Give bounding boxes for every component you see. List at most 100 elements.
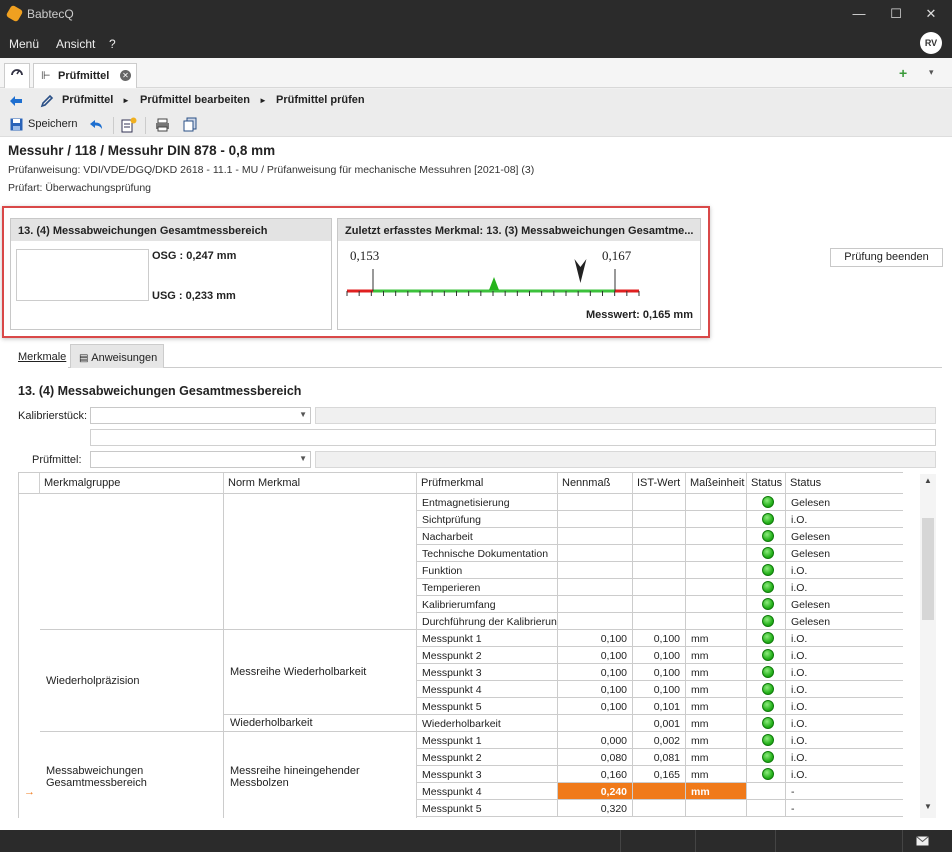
header-status[interactable]: Status [786,473,903,494]
table-row[interactable]: Technische Dokumentation Gelesen [417,545,903,562]
ist-wert-cell[interactable]: 0,081 [633,749,686,766]
toolbar-separator [113,117,114,134]
maximize-button[interactable]: ☐ [888,6,904,22]
tab-pruefmittel[interactable]: ⊩ Prüfmittel ✕ [33,63,137,88]
row-indicator-header [19,473,40,494]
nennmass-cell: 0,320 [558,800,633,817]
tab-anweisungen[interactable]: ▤ Anweisungen [70,344,164,368]
table-row[interactable]: Messpunkt 2 0,100 0,100 mm i.O. [417,647,903,664]
save-button[interactable]: Speichern [28,118,78,130]
print-icon[interactable] [155,118,170,132]
ist-wert-cell[interactable]: 0,100 [633,647,686,664]
breadcrumb-item-pruefmittel[interactable]: Prüfmittel [62,94,113,106]
table-row[interactable]: Temperieren i.O. [417,579,903,596]
table-row[interactable]: Sichtprüfung i.O. [417,511,903,528]
add-tab-button[interactable]: + [899,65,907,81]
status-ok-icon [762,496,774,508]
masseinheit-cell: mm [686,698,747,715]
ist-wert-cell[interactable] [633,783,686,800]
new-document-icon[interactable] [121,117,137,133]
nennmass-cell: 0,100 [558,647,633,664]
header-pruefmerkmal[interactable]: Prüfmerkmal [417,473,558,494]
header-norm-merkmal[interactable]: Norm Merkmal [224,473,417,494]
copy-icon[interactable] [183,117,198,132]
header-merkmalgruppe[interactable]: Merkmalgruppe [40,473,224,494]
header-nennmass[interactable]: Nennmaß [558,473,633,494]
user-avatar[interactable]: RV [920,32,942,54]
tab-list-dropdown-icon[interactable]: ▾ [929,67,934,78]
table-row[interactable]: Messpunkt 4 0,100 0,100 mm i.O. [417,681,903,698]
table-row[interactable]: Messpunkt 1 0,000 0,002 mm i.O. [417,732,903,749]
scrollbar-thumb[interactable] [922,518,934,620]
close-tab-icon[interactable]: ✕ [120,70,131,81]
table-row[interactable]: Nacharbeit Gelesen [417,528,903,545]
ist-wert-cell[interactable] [633,562,686,579]
status-cell: i.O. [786,749,903,766]
status-icon-cell [747,613,786,630]
close-window-button[interactable]: ✕ [923,6,939,22]
menu-item-menue[interactable]: Menü [9,37,39,51]
ist-wert-cell[interactable]: 0,100 [633,681,686,698]
value-input-box[interactable] [16,249,149,301]
document-tab-strip: ⊩ Prüfmittel ✕ + ▾ [0,58,952,88]
table-row[interactable]: Messpunkt 2 0,080 0,081 mm i.O. [417,749,903,766]
header-status-icon[interactable]: Status [747,473,786,494]
status-icon-cell [747,664,786,681]
ist-wert-cell[interactable]: 0,001 [633,715,686,732]
ist-wert-cell[interactable] [633,800,686,817]
ist-wert-cell[interactable]: 0,100 [633,630,686,647]
kalibrier-detail-field[interactable] [90,429,936,446]
scroll-up-icon[interactable]: ▲ [924,476,932,485]
ist-wert-cell[interactable] [633,596,686,613]
pruefmerkmal-cell: Durchführung der Kalibrierung [417,613,558,630]
table-row[interactable]: Funktion i.O. [417,562,903,579]
test-type-text: Prüfart: Überwachungsprüfung [8,182,151,194]
ist-wert-cell[interactable] [633,528,686,545]
save-icon[interactable] [10,118,23,131]
status-icon-cell [747,715,786,732]
table-row[interactable]: Messpunkt 4 0,240 mm - [417,783,903,800]
table-row[interactable]: Messpunkt 3 0,100 0,100 mm i.O. [417,664,903,681]
table-row[interactable]: Messpunkt 3 0,160 0,165 mm i.O. [417,766,903,783]
measured-value: Messwert: 0,165 mm [586,309,693,321]
table-row[interactable]: Entmagnetisierung Gelesen [417,494,903,511]
ist-wert-cell[interactable]: 0,002 [633,732,686,749]
home-tab[interactable] [4,63,30,88]
ist-wert-cell[interactable] [633,579,686,596]
kalibrier-select[interactable]: ▼ [90,407,311,424]
table-row[interactable]: Messpunkt 5 0,100 0,101 mm i.O. [417,698,903,715]
pruefmerkmal-cell: Funktion [417,562,558,579]
header-ist-wert[interactable]: IST-Wert [633,473,686,494]
pruefmittel-select[interactable]: ▼ [90,451,311,468]
table-row[interactable]: Messpunkt 1 0,100 0,100 mm i.O. [417,630,903,647]
undo-icon[interactable] [89,119,103,131]
scale-graphic [346,259,640,296]
ist-wert-cell[interactable] [633,545,686,562]
ist-wert-cell[interactable] [633,494,686,511]
back-arrow-icon[interactable] [9,95,23,107]
header-masseinheit[interactable]: Maßeinheit [686,473,747,494]
ist-wert-cell[interactable]: 0,165 [633,766,686,783]
tab-merkmale[interactable]: Merkmale [10,344,68,368]
ist-wert-cell[interactable] [633,511,686,528]
table-row[interactable]: Kalibrierumfang Gelesen [417,596,903,613]
ist-wert-cell[interactable]: 0,101 [633,698,686,715]
toolbar-separator [145,117,146,134]
mail-icon[interactable] [916,836,929,846]
table-row[interactable]: Durchführung der Kalibrierung Gelesen [417,613,903,630]
minimize-button[interactable]: — [851,6,867,22]
ist-wert-cell[interactable] [633,613,686,630]
ist-wert-cell[interactable]: 0,100 [633,664,686,681]
table-row[interactable]: Wiederholbarkeit 0,001 mm i.O. [417,715,903,732]
title-bar: BabtecQ — ☐ ✕ [0,0,952,28]
osg-label: OSG : 0,247 mm [152,250,237,262]
scroll-down-icon[interactable]: ▼ [924,802,932,811]
table-row[interactable]: Messpunkt 5 0,320 - [417,800,903,817]
norm-merkmal-cell: Messreihe hineingehender Messbolzen [224,732,417,818]
menu-item-ansicht[interactable]: Ansicht [56,37,95,51]
breadcrumb-item-bearbeiten[interactable]: Prüfmittel bearbeiten [140,94,250,106]
finish-test-button[interactable]: Prüfung beenden [830,248,943,267]
grid-vertical-scrollbar[interactable]: ▲ ▼ [920,474,936,818]
menu-item-help[interactable]: ? [109,37,116,51]
section-title: 13. (4) Messabweichungen Gesamtmessberei… [18,384,302,398]
